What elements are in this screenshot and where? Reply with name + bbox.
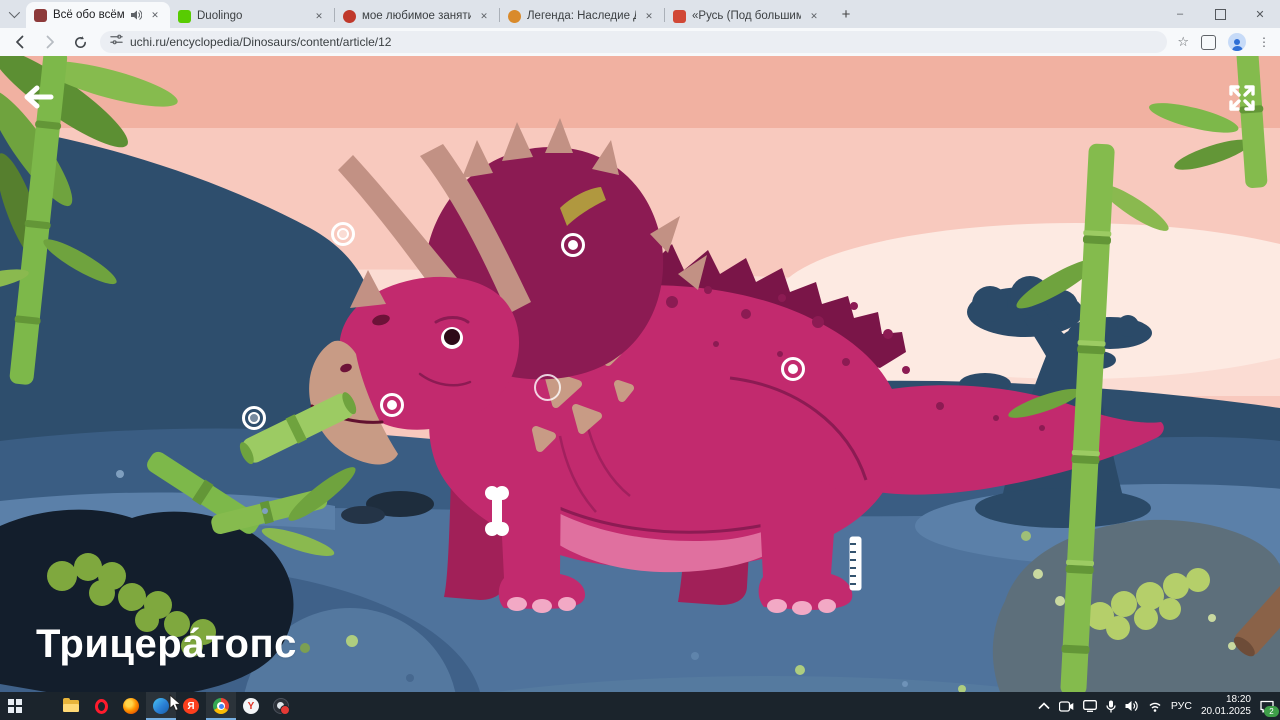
forward-nav-button[interactable]: [40, 32, 60, 52]
chrome-button[interactable]: [206, 692, 236, 720]
address-bar[interactable]: uchi.ru/encyclopedia/Dinosaurs/content/a…: [100, 31, 1168, 53]
opera-button[interactable]: [86, 692, 116, 720]
tab-close-icon[interactable]: ✕: [477, 9, 491, 23]
tab-favicon: [673, 9, 686, 23]
windows-icon: [8, 699, 22, 713]
tab-title: Duolingo: [197, 10, 243, 22]
language-indicator[interactable]: РУС: [1171, 700, 1192, 712]
window-controls: – ✕: [1160, 0, 1280, 28]
obs-icon: [273, 698, 290, 715]
opera-icon: [94, 698, 108, 714]
display-icon[interactable]: [1082, 700, 1097, 712]
yandex-browser-icon: Y: [243, 698, 259, 714]
tab-close-icon[interactable]: ✕: [807, 9, 821, 23]
back-nav-button[interactable]: [10, 32, 30, 52]
folder-icon: [63, 697, 79, 712]
url-text[interactable]: uchi.ru/encyclopedia/Dinosaurs/content/a…: [130, 35, 391, 49]
network-icon[interactable]: [1148, 701, 1162, 712]
restore-icon: [1214, 8, 1226, 20]
tray-expand-icon[interactable]: [1038, 702, 1050, 710]
screen: Всё обо всём ✕ Duolingo ✕ мое любимое за…: [0, 0, 1280, 720]
tab-favicon: [178, 9, 191, 23]
tab-title: «Русь (Под большим шатром: [692, 10, 801, 22]
restore-button[interactable]: [1200, 0, 1240, 28]
toolbar-right: ☆ ⋮: [1177, 33, 1270, 51]
edge-icon: [153, 698, 169, 714]
scene-illustration: [0, 56, 1280, 692]
microphone-icon[interactable]: [1106, 700, 1116, 713]
camera-icon[interactable]: [1058, 700, 1074, 712]
hotspot-beak[interactable]: [380, 393, 404, 417]
tab-search-button[interactable]: [0, 0, 26, 28]
tab-close-icon[interactable]: ✕: [312, 9, 326, 23]
obs-button[interactable]: [266, 692, 296, 720]
window-close-button[interactable]: ✕: [1240, 0, 1280, 28]
tab-close-icon[interactable]: ✕: [642, 9, 656, 23]
chrome-icon: [213, 698, 229, 714]
tab-title: мое любимое занятие начин: [362, 10, 471, 22]
firefox-button[interactable]: [116, 692, 146, 720]
clock[interactable]: 18:20 20.01.2025: [1201, 694, 1251, 718]
tray-date: 20.01.2025: [1200, 706, 1251, 717]
tab-favicon: [508, 9, 521, 23]
browser-toolbar: uchi.ru/encyclopedia/Dinosaurs/content/a…: [0, 28, 1280, 56]
hotspot-frill[interactable]: [561, 233, 585, 257]
profile-avatar[interactable]: [1228, 33, 1246, 51]
start-button[interactable]: [0, 692, 30, 720]
speaker-icon[interactable]: [1125, 700, 1139, 712]
tab-duolingo[interactable]: Duolingo ✕: [170, 4, 334, 28]
dinosaur-scene: Трицера́топс: [0, 56, 1280, 692]
page-title: Трицера́топс: [36, 622, 297, 666]
side-panel-icon[interactable]: [1201, 34, 1216, 50]
firefox-icon: [123, 698, 139, 714]
site-info-icon[interactable]: [110, 33, 123, 51]
tab-favicon: [343, 9, 356, 23]
tab-rus[interactable]: «Русь (Под большим шатром ✕: [665, 4, 829, 28]
hotspot-body[interactable]: [781, 357, 805, 381]
tab-close-icon[interactable]: ✕: [148, 8, 162, 22]
file-explorer-button[interactable]: [56, 692, 86, 720]
tab-favicon: [34, 8, 47, 22]
tab-legenda[interactable]: Легенда: Наследие Драконов ✕: [500, 4, 664, 28]
reload-button[interactable]: [70, 32, 90, 52]
minimize-button[interactable]: –: [1160, 0, 1200, 28]
notification-center-button[interactable]: 2: [1260, 700, 1279, 717]
audio-playing-icon[interactable]: [130, 9, 142, 21]
tray-time: 18:20: [1225, 694, 1251, 705]
tab-vse-obo-vsem[interactable]: Всё обо всём ✕: [26, 2, 170, 28]
tab-title: Всё обо всём: [53, 9, 124, 21]
browser-menu-icon[interactable]: ⋮: [1258, 35, 1270, 49]
hotspot-bamboo[interactable]: [242, 406, 266, 430]
browser-tabstrip: Всё обо всём ✕ Duolingo ✕ мое любимое за…: [0, 0, 1280, 28]
hotspot-neck[interactable]: [534, 374, 561, 401]
notification-badge: 2: [1264, 705, 1279, 717]
new-tab-button[interactable]: +: [833, 1, 859, 27]
tab-title: Легенда: Наследие Драконов: [527, 10, 636, 22]
yandex-icon: Я: [183, 698, 199, 714]
chevron-down-icon: [8, 6, 21, 19]
yandex-browser-button[interactable]: Y: [236, 692, 266, 720]
mouse-cursor: [169, 693, 182, 717]
hotspot-horn[interactable]: [331, 222, 355, 246]
tab-video[interactable]: мое любимое занятие начин ✕: [335, 4, 499, 28]
taskbar: Я Y РУС 18:20 20.01.2025 2: [0, 692, 1280, 720]
bookmark-star-icon[interactable]: ☆: [1177, 34, 1189, 50]
system-tray: РУС 18:20 20.01.2025 2: [1038, 692, 1280, 720]
